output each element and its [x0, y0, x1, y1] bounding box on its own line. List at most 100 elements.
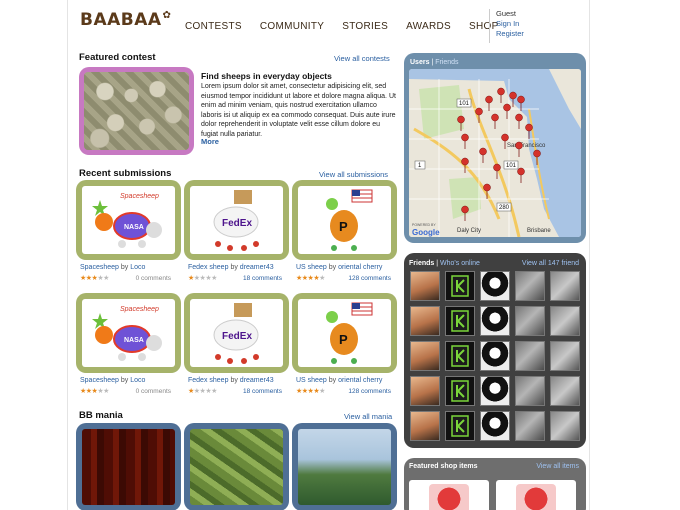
spacesheep-art: NASA Spacesheep: [92, 306, 162, 361]
flower-icon: ✿: [162, 10, 172, 21]
avatar[interactable]: [410, 271, 440, 301]
submission-title-link[interactable]: Spacesheep: [80, 264, 119, 271]
submission-card[interactable]: NASA Spacesheep: [76, 180, 181, 260]
featured-image[interactable]: [79, 67, 194, 155]
nav-awards[interactable]: AWARDS: [406, 21, 451, 32]
view-all-contests-link[interactable]: View all contests: [334, 54, 390, 63]
tab-friends-list[interactable]: Friends: [409, 260, 434, 267]
submission-card[interactable]: P: [292, 293, 397, 373]
avatar[interactable]: [410, 341, 440, 371]
view-all-submissions-link[interactable]: View all submissions: [319, 170, 388, 179]
view-all-mania-link[interactable]: View all mania: [344, 412, 392, 421]
avatar[interactable]: [410, 306, 440, 336]
submission-card[interactable]: NASA Spacesheep: [76, 293, 181, 373]
shop-panel: Featured shop items View all items: [404, 458, 586, 510]
avatar[interactable]: [480, 306, 510, 336]
submission-caption: US sheep by oriental cherry: [296, 264, 383, 271]
users-map-panel: Users | Friends 101 101 1 280 San Franci…: [404, 53, 586, 243]
avatar[interactable]: [445, 411, 475, 441]
sign-in-link[interactable]: Sign In: [496, 19, 589, 29]
submission-card[interactable]: P: [292, 180, 397, 260]
register-link[interactable]: Register: [496, 29, 589, 39]
recent-heading: Recent submissions: [79, 168, 172, 179]
view-all-items-link[interactable]: View all items: [536, 463, 579, 470]
spacesheep-art: NASA Spacesheep: [92, 193, 162, 248]
avatar[interactable]: [445, 306, 475, 336]
avatar[interactable]: [515, 306, 545, 336]
avatar[interactable]: [480, 411, 510, 441]
shop-item[interactable]: [496, 480, 576, 510]
mania-tile[interactable]: [184, 423, 289, 510]
avatar[interactable]: [550, 376, 580, 406]
shop-item[interactable]: [409, 480, 489, 510]
avatar[interactable]: [550, 271, 580, 301]
nasa-label: NASA: [124, 337, 144, 344]
submission-title-link[interactable]: US sheep: [296, 377, 327, 384]
fedex-label: FedEx: [222, 218, 252, 229]
sf-label: San Francisco: [507, 143, 546, 149]
nav-community[interactable]: COMMUNITY: [260, 21, 324, 32]
avatar[interactable]: [445, 376, 475, 406]
submission-card[interactable]: FedEx: [184, 180, 289, 260]
comments-count[interactable]: 0 comments: [101, 388, 171, 395]
comments-count[interactable]: 0 comments: [101, 275, 171, 282]
guest-label: Guest: [496, 9, 517, 18]
author-link[interactable]: Loco: [130, 264, 145, 271]
avatar[interactable]: [445, 341, 475, 371]
view-all-friends-link[interactable]: View all 147 friend: [522, 258, 579, 270]
avatar[interactable]: [480, 341, 510, 371]
nav-stories[interactable]: STORIES: [342, 21, 388, 32]
avatar[interactable]: [410, 376, 440, 406]
avatar[interactable]: [550, 306, 580, 336]
comments-count[interactable]: 18 comments: [212, 275, 282, 282]
featured-title[interactable]: Find sheeps in everyday objects: [201, 71, 332, 81]
avatar[interactable]: [515, 341, 545, 371]
tab-friends[interactable]: Friends: [435, 59, 458, 66]
fedex-sheep-art: FedEx: [213, 303, 259, 364]
avatar[interactable]: [515, 271, 545, 301]
avatar[interactable]: [550, 411, 580, 441]
mania-tile[interactable]: [292, 423, 397, 510]
map[interactable]: 101 101 1 280 San Francisco Daly City Br…: [409, 69, 581, 237]
comments-count[interactable]: 128 comments: [321, 388, 391, 395]
highway-101b-label: 101: [506, 163, 517, 169]
avatar[interactable]: [445, 271, 475, 301]
submission-caption: Fedex sheep by dreamer43: [188, 377, 274, 384]
nav-contests[interactable]: CONTESTS: [185, 21, 242, 32]
fedex-label: FedEx: [222, 331, 252, 342]
author-link[interactable]: Loco: [130, 377, 145, 384]
author-link[interactable]: oriental cherry: [338, 377, 382, 384]
user-box: Guest Sign In Register: [489, 9, 589, 43]
author-link[interactable]: dreamer43: [240, 264, 274, 271]
submission-caption: Spacesheep by Loco: [80, 377, 146, 384]
comments-count[interactable]: 18 comments: [212, 388, 282, 395]
featured-description: Lorem ipsum dolor sit amet, consectetur …: [201, 83, 396, 138]
avatar[interactable]: [480, 271, 510, 301]
author-link[interactable]: oriental cherry: [338, 264, 382, 271]
tab-whos-online[interactable]: Who's online: [440, 260, 480, 267]
map-tiles: 101 101 1 280 San Francisco Daly City Br…: [409, 69, 581, 237]
highway-101-label: 101: [459, 101, 470, 107]
submission-title-link[interactable]: Fedex sheep: [188, 377, 228, 384]
spacesheep-label: Spacesheep: [120, 306, 159, 313]
us-sheep-art: P: [326, 302, 373, 364]
avatar[interactable]: [550, 341, 580, 371]
logo[interactable]: BAABAA✿: [80, 10, 171, 30]
usp-label: P: [339, 332, 348, 347]
submission-card[interactable]: FedEx: [184, 293, 289, 373]
avatar[interactable]: [515, 376, 545, 406]
submission-caption: Fedex sheep by dreamer43: [188, 264, 274, 271]
submission-title-link[interactable]: Fedex sheep: [188, 264, 228, 271]
avatar[interactable]: [480, 376, 510, 406]
mania-heading: BB mania: [79, 410, 123, 421]
mania-tile[interactable]: [76, 423, 181, 510]
avatar[interactable]: [515, 411, 545, 441]
submission-title-link[interactable]: US sheep: [296, 264, 327, 271]
highway-280-label: 280: [499, 205, 510, 211]
tab-users[interactable]: Users: [410, 59, 429, 66]
comments-count[interactable]: 128 comments: [321, 275, 391, 282]
featured-more-link[interactable]: More: [201, 137, 219, 146]
submission-title-link[interactable]: Spacesheep: [80, 377, 119, 384]
avatar[interactable]: [410, 411, 440, 441]
author-link[interactable]: dreamer43: [240, 377, 274, 384]
